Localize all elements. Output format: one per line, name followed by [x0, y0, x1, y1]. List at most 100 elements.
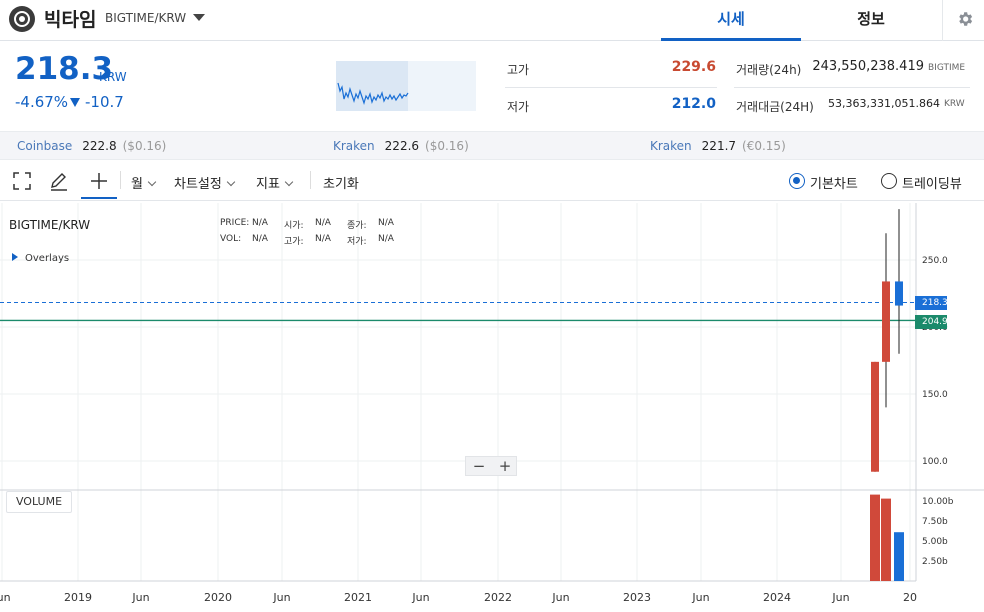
header: 빅타임 BIGTIME/KRW 시세 정보 [0, 0, 984, 41]
candle-body [882, 281, 890, 362]
app-root: 빅타임 BIGTIME/KRW 시세 정보 218.3 KRW -4.67% -… [0, 0, 984, 612]
amount-24h-unit: KRW [944, 99, 965, 109]
zoom-in-button[interactable]: + [492, 457, 518, 475]
exchange-name: Kraken [333, 139, 375, 153]
volume-tick-label: 2.50b [922, 557, 948, 567]
current-price-tag: 218.3 [915, 296, 948, 310]
volume-24h-value: 243,550,238.419 [812, 59, 924, 74]
divider [505, 87, 717, 88]
x-tick-label: Jun [131, 591, 149, 604]
coin-pair[interactable]: BIGTIME/KRW [105, 11, 186, 25]
chart-title: BIGTIME/KRW [9, 218, 91, 232]
legend-value: N/A [378, 234, 394, 244]
crosshair-icon [91, 173, 107, 189]
zoom-out-button[interactable]: − [466, 457, 492, 475]
tab-quote[interactable]: 시세 [661, 0, 801, 41]
legend-value: N/A [252, 234, 268, 244]
x-tick-label: 20 [903, 591, 917, 604]
period-dropdown[interactable]: 월 [131, 173, 157, 192]
zoom-control: − + [465, 456, 517, 476]
volume-bar [870, 494, 880, 581]
basic-chart-radio[interactable] [789, 173, 805, 189]
price-unit: KRW [99, 70, 127, 84]
exchange-diff: ($0.16) [122, 139, 167, 153]
exchange-price: 222.8 [82, 139, 117, 153]
x-tick-label: Jun [272, 591, 290, 604]
price-chart[interactable]: 250.0200.0150.0100.010.00b7.50b5.00b2.50… [0, 203, 984, 612]
high-value: 229.6 [671, 59, 716, 75]
legend-value: N/A [315, 218, 331, 228]
coin-logo [9, 6, 35, 32]
exchange-item[interactable]: Coinbase 222.8 ($0.16) [17, 139, 166, 153]
volume-panel-label[interactable]: VOLUME [6, 491, 72, 513]
exchange-price-strip: Coinbase 222.8 ($0.16) Kraken 222.6 ($0.16) … [0, 131, 984, 160]
coin-name[interactable]: 빅타임 [44, 5, 96, 32]
y-tick-label: 100.0 [922, 457, 948, 467]
volume-tick-label: 10.00b [922, 497, 954, 507]
low-value: 212.0 [671, 96, 716, 112]
chart-canvas[interactable]: 250.0200.0150.0100.010.00b7.50b5.00b2.50… [0, 203, 984, 612]
fullscreen-icon[interactable] [11, 170, 33, 192]
candle-body [871, 361, 879, 472]
exchange-item[interactable]: Kraken 221.7 (€0.15) [650, 139, 786, 153]
x-tick-label: Jun [411, 591, 429, 604]
x-tick-label: 2022 [484, 591, 512, 604]
volume-bar [881, 498, 891, 581]
overlays-toggle[interactable]: Overlays [12, 253, 69, 264]
x-tick-label: 2020 [204, 591, 232, 604]
y-tick-label: 150.0 [922, 390, 948, 400]
legend-key: PRICE: [220, 218, 250, 228]
gear-icon [959, 12, 973, 26]
low-label: 저가 [507, 100, 530, 114]
chevron-down-icon [226, 177, 236, 187]
legend-value: N/A [378, 218, 394, 228]
settings-button[interactable] [942, 0, 984, 41]
legend-key: 시가: [284, 221, 304, 231]
x-tick-label: Jun [0, 591, 11, 604]
exchange-name: Kraken [650, 139, 692, 153]
change-amount: -10.7 [85, 93, 124, 111]
x-tick-label: 2023 [623, 591, 651, 604]
exchange-price: 222.6 [384, 139, 420, 153]
x-tick-label: 2019 [64, 591, 92, 604]
chart-settings-dropdown[interactable]: 차트설정 [174, 173, 236, 192]
high-label: 고가 [507, 63, 530, 77]
amount-24h-value: 53,363,331,051.864 [828, 97, 940, 110]
divider [734, 87, 970, 88]
x-tick-label: 2021 [344, 591, 372, 604]
tab-info[interactable]: 정보 [801, 0, 941, 41]
x-tick-label: 2024 [763, 591, 791, 604]
mini-price-chart [336, 61, 476, 111]
indicators-label: 지표 [256, 177, 280, 192]
period-label: 월 [131, 177, 143, 192]
legend-key: 저가: [347, 237, 367, 247]
change-percent: -4.67% [15, 93, 69, 111]
legend-key: 종가: [347, 221, 367, 231]
volume-24h-unit: BIGTIME [928, 63, 966, 73]
exchange-price: 221.7 [701, 139, 737, 153]
pencil-icon[interactable] [48, 170, 70, 192]
x-tick-label: Jun [831, 591, 849, 604]
chevron-down-icon [284, 177, 294, 187]
down-arrow-icon [70, 98, 80, 107]
tradingview-label[interactable]: 트레이딩뷰 [902, 173, 962, 192]
exchange-diff: (€0.15) [742, 139, 786, 153]
chart-toolbar: 월 차트설정 지표 초기화 기본차트 트레이딩뷰 [0, 161, 984, 201]
legend-key: 고가: [284, 237, 304, 247]
chevron-down-icon[interactable] [193, 14, 205, 21]
x-tick-label: Jun [551, 591, 569, 604]
exchange-item[interactable]: Kraken 222.6 ($0.16) [333, 139, 469, 153]
exchange-name: Coinbase [17, 139, 73, 153]
legend-value: N/A [252, 218, 268, 228]
volume-bar [894, 532, 904, 581]
volume-24h-label: 거래량(24h) [736, 63, 802, 77]
reset-button[interactable]: 초기화 [323, 173, 359, 192]
indicators-dropdown[interactable]: 지표 [256, 173, 294, 192]
chevron-down-icon [147, 177, 157, 187]
chart-settings-label: 차트설정 [174, 177, 222, 192]
basic-chart-label[interactable]: 기본차트 [810, 173, 858, 192]
tradingview-radio[interactable] [881, 173, 897, 189]
crosshair-button[interactable] [81, 161, 117, 199]
volume-tick-label: 7.50b [922, 517, 948, 527]
candle-body [895, 281, 903, 306]
